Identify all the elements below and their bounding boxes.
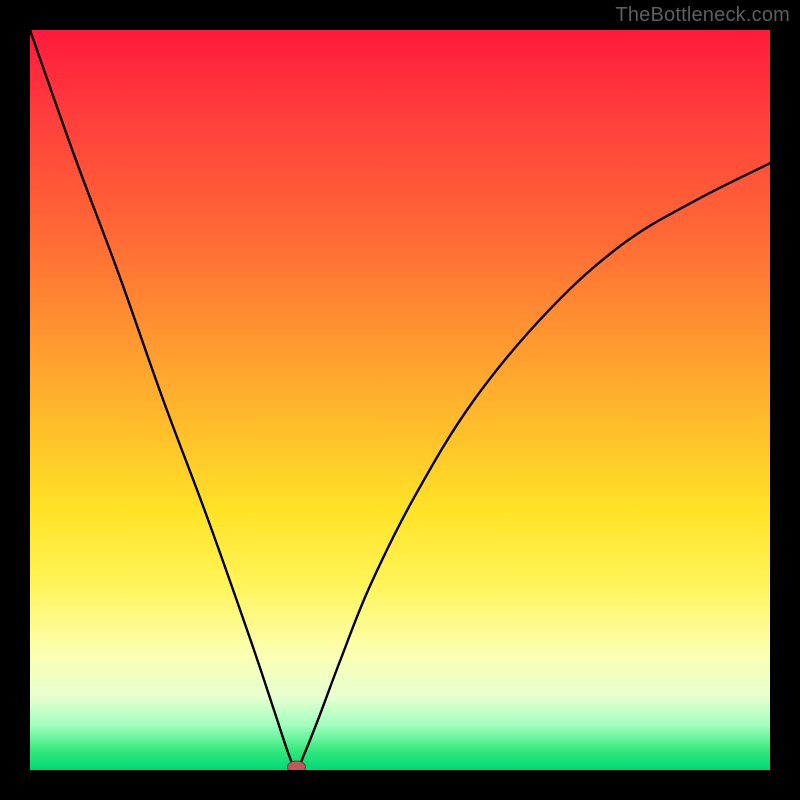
min-marker bbox=[287, 761, 305, 770]
bottleneck-curve bbox=[30, 30, 770, 770]
chart-frame: TheBottleneck.com bbox=[0, 0, 800, 800]
watermark-text: TheBottleneck.com bbox=[615, 4, 790, 27]
plot-area bbox=[30, 30, 770, 770]
curve-svg bbox=[30, 30, 770, 770]
